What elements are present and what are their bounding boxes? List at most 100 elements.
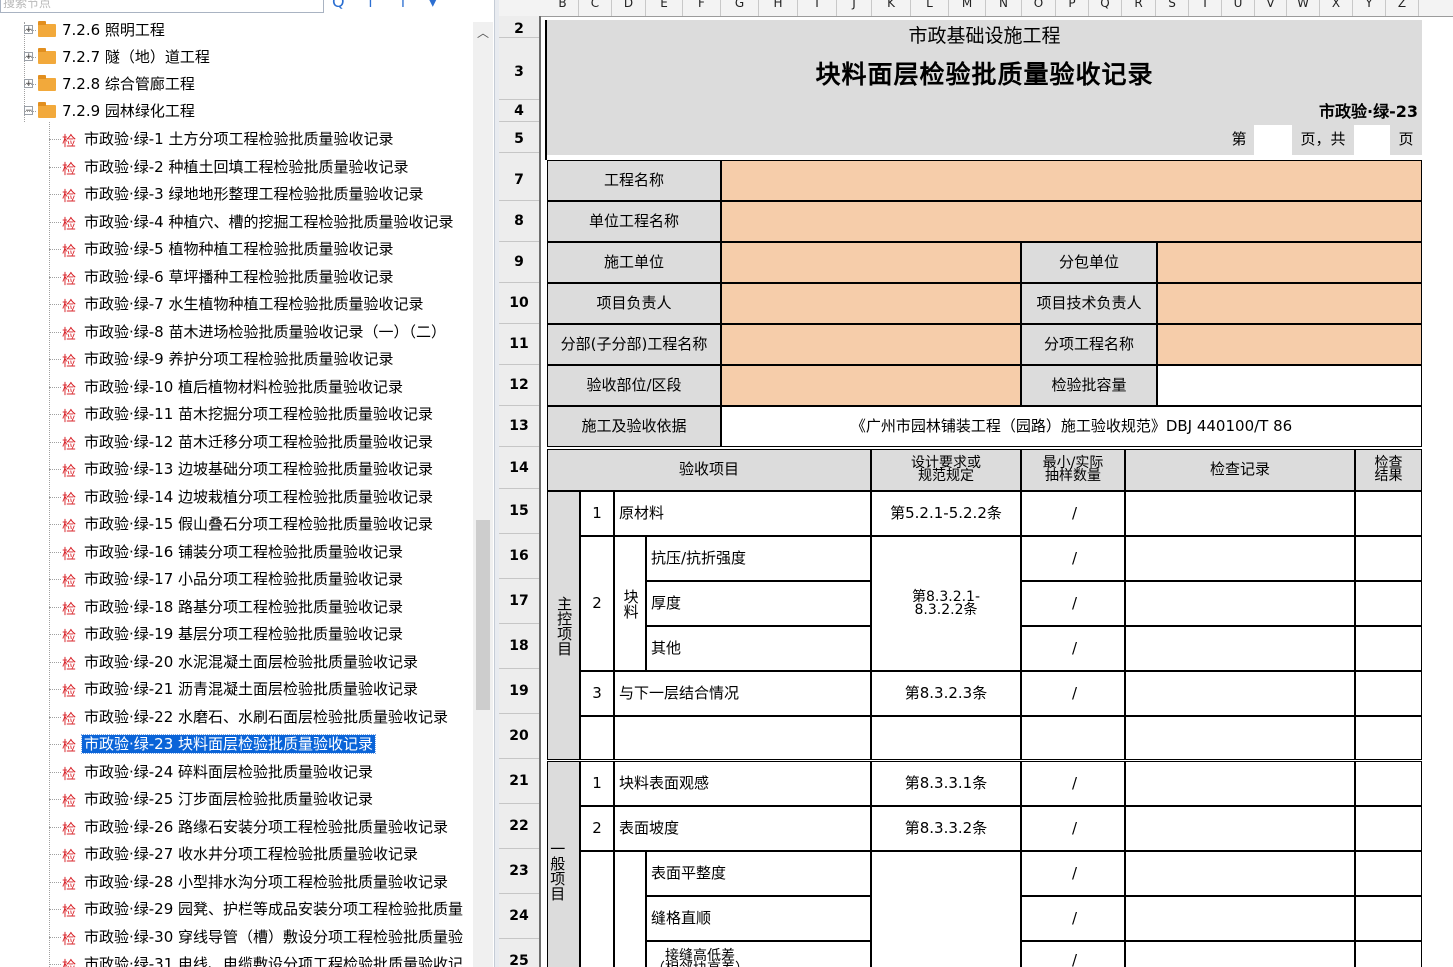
row-label[interactable]: 8 xyxy=(499,201,539,242)
check-record-cell[interactable] xyxy=(1125,581,1355,626)
scroll-up-icon[interactable]: ︿ xyxy=(477,24,489,41)
row-label[interactable]: 9 xyxy=(499,242,539,283)
actual-sample-cell[interactable] xyxy=(1085,806,1125,851)
dropdown-icon[interactable]: ▾ xyxy=(429,0,437,11)
unit-project-name-input[interactable] xyxy=(721,201,1422,242)
tree-item[interactable]: 检市政验·绿-28 小型排水沟分项工程检验批质量验收记录 xyxy=(62,869,450,896)
tree-item[interactable]: 检市政验·绿-9 养护分项工程检验批质量验收记录 xyxy=(62,346,396,373)
row-label[interactable]: 16 xyxy=(499,534,539,579)
project-name-input[interactable] xyxy=(721,160,1422,201)
check-record-cell[interactable] xyxy=(1125,716,1355,760)
tree-scrollbar[interactable]: ︿ xyxy=(473,22,493,967)
tree-item[interactable]: 检市政验·绿-18 路基分项工程检验批质量验收记录 xyxy=(62,594,405,621)
row-label[interactable]: 5 xyxy=(499,125,539,153)
technical-manager-input[interactable] xyxy=(1157,283,1422,324)
move-up-icon[interactable]: ↑ xyxy=(364,0,377,11)
column-label[interactable]: E xyxy=(646,0,683,16)
move-top-icon[interactable]: ↑ xyxy=(396,0,409,11)
tree-item[interactable]: 检市政验·绿-20 水泥混凝土面层检验批质量验收记录 xyxy=(62,649,420,676)
column-label[interactable]: F xyxy=(683,0,721,16)
sample-count-cell[interactable]: / xyxy=(1021,896,1085,941)
sample-count-cell[interactable]: / xyxy=(1021,491,1085,536)
column-label[interactable]: X xyxy=(1320,0,1353,16)
column-label[interactable]: O xyxy=(1022,0,1056,16)
check-result-cell[interactable] xyxy=(1355,581,1422,626)
check-result-cell[interactable] xyxy=(1355,536,1422,581)
actual-sample-cell[interactable] xyxy=(1085,896,1125,941)
column-label[interactable]: Y xyxy=(1353,0,1386,16)
acceptance-part-input[interactable] xyxy=(721,365,1021,406)
row-label[interactable]: 21 xyxy=(499,759,539,804)
row-label[interactable]: 19 xyxy=(499,669,539,714)
tree-item[interactable]: 检市政验·绿-4 种植穴、槽的挖掘工程检验批质量验收记录 xyxy=(62,209,456,236)
tree-item[interactable]: 检市政验·绿-14 边坡栽植分项工程检验批质量验收记录 xyxy=(62,484,435,511)
check-result-cell[interactable] xyxy=(1355,491,1422,536)
column-label[interactable]: P xyxy=(1056,0,1089,16)
tree-folder[interactable]: −7.2.9 园林绿化工程 xyxy=(24,98,197,125)
tree-item[interactable]: 检市政验·绿-6 草坪播种工程检验批质量验收记录 xyxy=(62,264,396,291)
row-label[interactable]: 2 xyxy=(499,20,539,38)
tree-item[interactable]: 检市政验·绿-3 绿地地形整理工程检验批质量验收记录 xyxy=(62,181,426,208)
batch-capacity-input[interactable] xyxy=(1157,365,1422,406)
sample-count-cell[interactable]: / xyxy=(1021,761,1085,806)
column-label[interactable]: C xyxy=(579,0,612,16)
tree-item[interactable]: 检市政验·绿-12 苗木迁移分项工程检验批质量验收记录 xyxy=(62,429,435,456)
tree-item[interactable]: 检市政验·绿-15 假山叠石分项工程检验批质量验收记录 xyxy=(62,511,435,538)
project-manager-input[interactable] xyxy=(721,283,1021,324)
tree-item[interactable]: 检市政验·绿-25 汀步面层检验批质量验收记录 xyxy=(62,786,375,813)
row-label[interactable]: 24 xyxy=(499,894,539,939)
column-label[interactable]: R xyxy=(1122,0,1156,16)
row-label[interactable]: 25 xyxy=(499,939,539,967)
row-label[interactable]: 7 xyxy=(499,160,539,201)
check-record-cell[interactable] xyxy=(1125,941,1355,967)
page-total-input[interactable] xyxy=(1354,125,1390,155)
tree-item[interactable]: 检市政验·绿-31 电线、电缆敷设分项工程检验批质量验收记 xyxy=(62,951,465,967)
column-label[interactable]: J xyxy=(837,0,872,16)
check-record-cell[interactable] xyxy=(1125,806,1355,851)
column-label[interactable]: B xyxy=(547,0,579,16)
subitem-name-input[interactable] xyxy=(1157,324,1422,365)
tree-item[interactable]: 检市政验·绿-30 穿线导管（槽）敷设分项工程检验批质量验 xyxy=(62,924,465,951)
sample-count-cell[interactable]: / xyxy=(1021,626,1085,671)
column-label[interactable]: Z xyxy=(1386,0,1419,16)
row-label[interactable]: 15 xyxy=(499,489,539,534)
tree-folder[interactable]: +7.2.6 照明工程 xyxy=(24,17,167,44)
column-label[interactable]: U xyxy=(1222,0,1255,16)
check-record-cell[interactable] xyxy=(1125,671,1355,716)
actual-sample-cell[interactable] xyxy=(1085,851,1125,896)
check-record-cell[interactable] xyxy=(1125,536,1355,581)
check-result-cell[interactable] xyxy=(1355,806,1422,851)
column-label[interactable]: M xyxy=(949,0,986,16)
division-name-input[interactable] xyxy=(721,324,1021,365)
contractor-input[interactable] xyxy=(721,242,1021,283)
column-label[interactable]: H xyxy=(759,0,798,16)
sample-count-cell[interactable]: / xyxy=(1021,851,1085,896)
tree-item[interactable]: 检市政验·绿-19 基层分项工程检验批质量验收记录 xyxy=(62,621,405,648)
tree-search-input[interactable]: 搜索节点 xyxy=(0,0,324,13)
row-label[interactable]: 22 xyxy=(499,804,539,849)
subcontractor-input[interactable] xyxy=(1157,242,1422,283)
tree-item[interactable]: 检市政验·绿-24 碎料面层检验批质量验收记录 xyxy=(62,759,375,786)
actual-sample-cell[interactable] xyxy=(1085,941,1125,967)
tree-item[interactable]: 检市政验·绿-29 园凳、护栏等成品安装分项工程检验批质量 xyxy=(62,896,465,923)
row-label[interactable]: 13 xyxy=(499,406,539,447)
tree-item[interactable]: 检市政验·绿-17 小品分项工程检验批质量验收记录 xyxy=(62,566,405,593)
column-label[interactable]: L xyxy=(911,0,949,16)
tree-folder[interactable]: +7.2.7 隧（地）道工程 xyxy=(24,44,212,71)
tree-item[interactable]: 检市政验·绿-21 沥青混凝土面层检验批质量验收记录 xyxy=(62,676,420,703)
check-result-cell[interactable] xyxy=(1355,761,1422,806)
row-label[interactable]: 20 xyxy=(499,714,539,759)
column-label[interactable]: N xyxy=(986,0,1022,16)
tree-item[interactable]: 检市政验·绿-10 植后植物材料检验批质量验收记录 xyxy=(62,374,405,401)
tree-item[interactable]: 检市政验·绿-22 水磨石、水刷石面层检验批质量验收记录 xyxy=(62,704,450,731)
sample-count-cell[interactable]: / xyxy=(1021,671,1085,716)
sample-count-cell[interactable]: / xyxy=(1021,536,1085,581)
column-label[interactable]: S xyxy=(1156,0,1189,16)
row-label[interactable]: 3 xyxy=(499,45,539,100)
check-result-cell[interactable] xyxy=(1355,941,1422,967)
tree-item[interactable]: 检市政验·绿-5 植物种植工程检验批质量验收记录 xyxy=(62,236,396,263)
column-label[interactable]: V xyxy=(1255,0,1287,16)
tree-item[interactable]: 检市政验·绿-16 铺装分项工程检验批质量验收记录 xyxy=(62,539,405,566)
check-record-cell[interactable] xyxy=(1125,491,1355,536)
row-label[interactable]: 11 xyxy=(499,324,539,365)
